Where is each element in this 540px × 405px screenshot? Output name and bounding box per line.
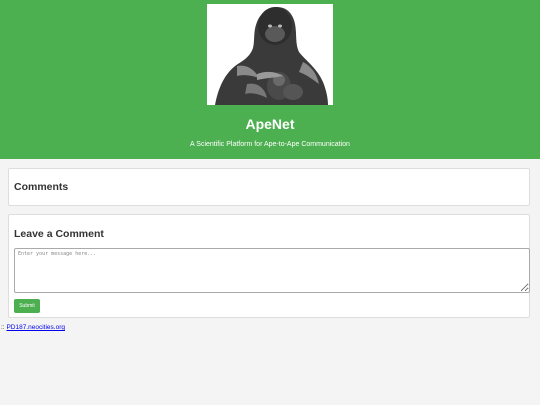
leave-comment-section: Leave a Comment Submit [8,214,530,318]
comments-section: Comments [8,168,530,206]
site-tagline: A Scientific Platform for Ape-to-Ape Com… [190,141,350,148]
submit-button[interactable]: Submit [14,299,40,313]
gorilla-icon [207,4,333,105]
leave-comment-heading: Leave a Comment [14,228,104,240]
gorilla-logo-image [207,4,333,105]
message-input[interactable] [14,248,530,293]
comments-heading: Comments [14,181,69,193]
footer: :: PD187.neocities.org [1,324,65,331]
site-header: ApeNet A Scientific Platform for Ape-to-… [0,0,540,159]
footer-link[interactable]: PD187.neocities.org [6,324,65,331]
footer-prefix: :: [1,324,5,331]
site-title: ApeNet [245,116,295,132]
